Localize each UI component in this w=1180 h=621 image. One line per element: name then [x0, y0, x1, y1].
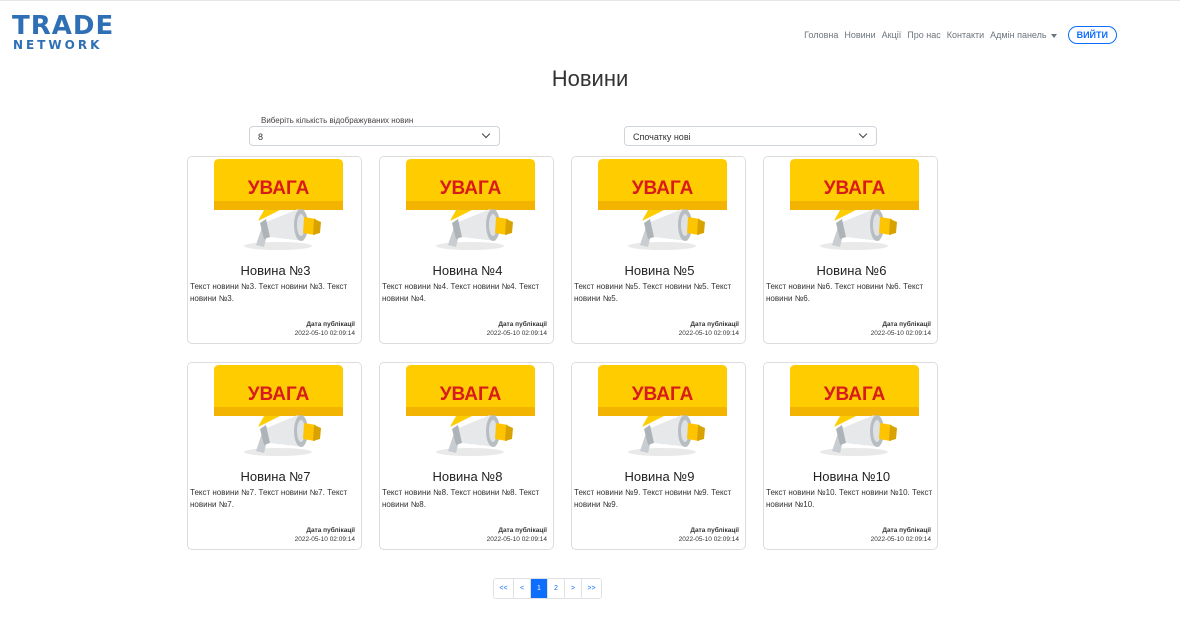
attention-banner-image: УВАГА [572, 363, 745, 465]
banner-text: УВАГА [248, 178, 310, 199]
news-card-title: Новина №5 [624, 263, 695, 278]
news-card-text: Текст новини №9. Текст новини №9. Текст … [574, 488, 732, 509]
news-card[interactable]: УВАГА Новина №10 Текст новини №10. Текст… [763, 362, 938, 550]
news-card-title: Новина №9 [624, 469, 695, 484]
news-card-title: Новина №3 [240, 263, 311, 278]
publication-date-value: 2022-05-10 02:09:14 [294, 330, 355, 337]
news-card-title: Новина №4 [432, 263, 503, 278]
publication-date-label: Дата публікації [306, 321, 355, 328]
nav-about[interactable]: Про нас [906, 30, 941, 40]
sort-order-value: Спочатку нові [633, 132, 691, 142]
banner-text: УВАГА [440, 178, 502, 199]
nav-admin-dropdown[interactable]: Адмін панель [989, 30, 1057, 40]
publication-date-value: 2022-05-10 02:09:14 [486, 536, 547, 543]
publication-date-value: 2022-05-10 02:09:14 [294, 536, 355, 543]
page-last-button[interactable]: >> [582, 579, 601, 598]
page-1-button[interactable]: 1 [531, 579, 548, 598]
publication-date-value: 2022-05-10 02:09:14 [678, 536, 739, 543]
publication-date-label: Дата публікації [882, 321, 931, 328]
chevron-down-icon [481, 129, 491, 139]
news-card-text: Текст новини №3. Текст новини №3. Текст … [190, 282, 348, 303]
caret-down-icon [1050, 33, 1057, 38]
brand-line2: NETWORK [13, 38, 103, 52]
logout-button[interactable]: ВИЙТИ [1067, 26, 1117, 44]
top-divider [0, 0, 1180, 1]
news-card[interactable]: УВАГА Новина №6 Текст новини №6. Текст н… [763, 156, 938, 344]
attention-banner-image: УВАГА [764, 363, 937, 465]
banner-text: УВАГА [824, 384, 886, 405]
news-card[interactable]: УВАГА Новина №3 Текст новини №3. Текст н… [187, 156, 362, 344]
news-count-select[interactable]: 8 [249, 126, 500, 146]
page-first-button[interactable]: << [494, 579, 514, 598]
news-card-date: Дата публікації 2022-05-10 02:09:14 [871, 320, 931, 338]
publication-date-value: 2022-05-10 02:09:14 [870, 330, 931, 337]
news-card-date: Дата публікації 2022-05-10 02:09:14 [871, 526, 931, 544]
publication-date-label: Дата публікації [498, 527, 547, 534]
news-card[interactable]: УВАГА Новина №8 Текст новини №8. Текст н… [379, 362, 554, 550]
attention-banner-image: УВАГА [380, 157, 553, 259]
news-count-label: Виберіть кількість відображуваних новин [261, 116, 414, 125]
news-card-title: Новина №7 [240, 469, 311, 484]
nav-contacts[interactable]: Контакти [946, 30, 985, 40]
brand-logo[interactable]: TRADE NETWORK [12, 11, 115, 52]
publication-date-value: 2022-05-10 02:09:14 [870, 536, 931, 543]
pagination: << < 1 2 > >> [493, 578, 602, 599]
news-card[interactable]: УВАГА Новина №9 Текст новини №9. Текст н… [571, 362, 746, 550]
attention-banner-image: УВАГА [188, 157, 361, 259]
news-card[interactable]: УВАГА Новина №5 Текст новини №5. Текст н… [571, 156, 746, 344]
attention-banner-image: УВАГА [764, 157, 937, 259]
sort-order-select[interactable]: Спочатку нові [624, 126, 877, 146]
news-card-title: Новина №8 [432, 469, 503, 484]
banner-text: УВАГА [440, 384, 502, 405]
brand-line1: TRADE [12, 11, 115, 41]
news-card-text: Текст новини №8. Текст новини №8. Текст … [382, 488, 540, 509]
nav-home[interactable]: Головна [803, 30, 839, 40]
news-card[interactable]: УВАГА Новина №7 Текст новини №7. Текст н… [187, 362, 362, 550]
page-title: Новини [551, 66, 629, 91]
news-card-date: Дата публікації 2022-05-10 02:09:14 [679, 526, 739, 544]
nav-news[interactable]: Новини [843, 30, 876, 40]
news-card-date: Дата публікації 2022-05-10 02:09:14 [295, 320, 355, 338]
news-card-date: Дата публікації 2022-05-10 02:09:14 [295, 526, 355, 544]
banner-text: УВАГА [824, 178, 886, 199]
publication-date-label: Дата публікації [306, 527, 355, 534]
banner-text: УВАГА [632, 178, 694, 199]
attention-banner-image: УВАГА [380, 363, 553, 465]
news-card-text: Текст новини №7. Текст новини №7. Текст … [190, 488, 348, 509]
publication-date-label: Дата публікації [690, 527, 739, 534]
news-card-text: Текст новини №4. Текст новини №4. Текст … [382, 282, 540, 303]
page-prev-button[interactable]: < [514, 579, 531, 598]
page-2-button[interactable]: 2 [548, 579, 565, 598]
news-card-date: Дата публікації 2022-05-10 02:09:14 [679, 320, 739, 338]
chevron-down-icon [858, 129, 868, 139]
publication-date-value: 2022-05-10 02:09:14 [486, 330, 547, 337]
publication-date-label: Дата публікації [690, 321, 739, 328]
main-nav: Головна Новини Акції Про нас Контакти Ад… [803, 26, 1117, 44]
banner-text: УВАГА [248, 384, 310, 405]
attention-banner-image: УВАГА [188, 363, 361, 465]
nav-promotions[interactable]: Акції [881, 30, 903, 40]
page-next-button[interactable]: > [565, 579, 582, 598]
publication-date-value: 2022-05-10 02:09:14 [678, 330, 739, 337]
news-count-value: 8 [258, 132, 264, 142]
news-card-title: Новина №10 [812, 469, 891, 484]
banner-text: УВАГА [632, 384, 694, 405]
attention-banner-image: УВАГА [572, 157, 745, 259]
news-card[interactable]: УВАГА Новина №4 Текст новини №4. Текст н… [379, 156, 554, 344]
news-card-text: Текст новини №5. Текст новини №5. Текст … [574, 282, 732, 303]
news-card-date: Дата публікації 2022-05-10 02:09:14 [487, 526, 547, 544]
news-card-text: Текст новини №6. Текст новини №6. Текст … [766, 282, 924, 303]
news-card-date: Дата публікації 2022-05-10 02:09:14 [487, 320, 547, 338]
news-card-title: Новина №6 [816, 263, 887, 278]
news-card-text: Текст новини №10. Текст новини №10. Текс… [766, 488, 933, 509]
publication-date-label: Дата публікації [882, 527, 931, 534]
publication-date-label: Дата публікації [498, 321, 547, 328]
nav-admin-label: Адмін панель [990, 30, 1047, 40]
